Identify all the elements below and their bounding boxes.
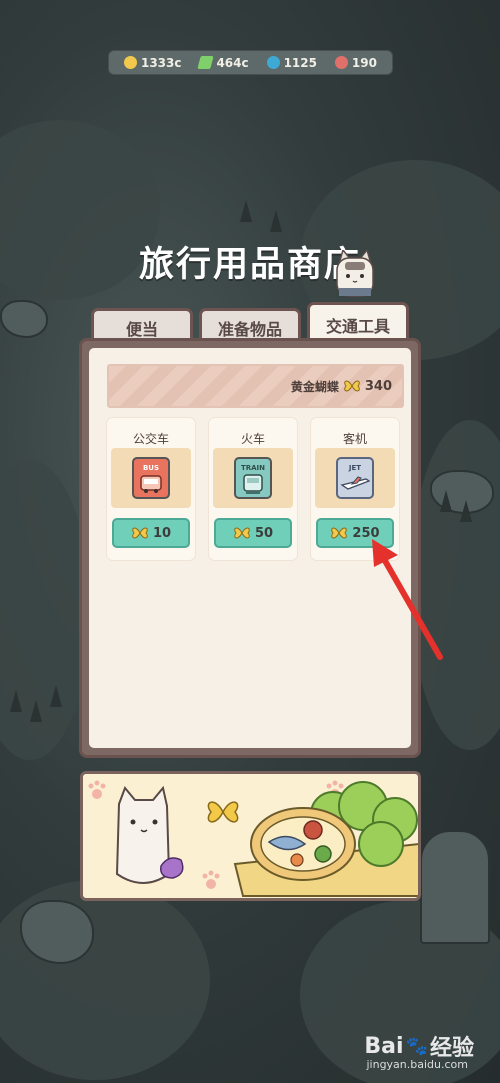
butterfly-icon (331, 527, 348, 539)
jet-ticket-icon: JET (336, 457, 374, 499)
tab-label: 交通工具 (325, 316, 390, 336)
butterfly-icon (132, 527, 148, 539)
item-image: BUS (111, 448, 191, 508)
bus-ticket-icon: BUS (132, 457, 170, 499)
currency-banner: 黄金蝴蝶 340 (107, 364, 404, 408)
resource-energy: 464c (197, 55, 249, 70)
item-image: TRAIN (213, 448, 293, 508)
shop-panel-inner: 黄金蝴蝶 340 公交车 BUS 10 火车 TRAIN 50 客机 JET 2… (89, 348, 411, 748)
item-name: 火车 (240, 432, 265, 446)
paw-logo-icon: 🐾 (405, 1035, 428, 1057)
butterfly-icon (234, 527, 250, 539)
resource-bar: 1333c 464c 1125 190 (108, 50, 393, 75)
item-image: JET (315, 448, 395, 508)
resource-cookie: 190 (334, 55, 377, 70)
resource-value: 464c (216, 55, 249, 70)
train-ticket-icon: TRAIN (234, 457, 272, 499)
resource-value: 1333c (140, 55, 182, 70)
price-value: 10 (152, 525, 172, 541)
green-lightning-icon (197, 56, 215, 69)
currency-label: 黄金蝴蝶 (290, 379, 339, 394)
gold-clover-icon (123, 56, 137, 69)
price-value: 50 (254, 525, 274, 541)
item-card-train[interactable]: 火车 TRAIN 50 (209, 418, 297, 560)
resource-value: 1125 (283, 55, 317, 70)
item-name: 客机 (342, 432, 367, 446)
item-card-bus[interactable]: 公交车 BUS 10 (107, 418, 195, 560)
watermark-brand: Bai (364, 1033, 404, 1059)
currency-count: 340 (364, 378, 392, 394)
resource-clover: 1333c (123, 55, 182, 70)
tab-label: 便当 (125, 319, 158, 339)
watermark-url: jingyan.baidu.com (366, 1058, 468, 1071)
cat-with-basket-illustration (88, 780, 418, 897)
resource-value: 190 (351, 55, 377, 70)
buy-train-button[interactable]: 50 (214, 518, 292, 548)
blue-gem-icon (266, 56, 280, 69)
red-arrow-annotation (372, 539, 443, 660)
butterfly-icon (344, 380, 360, 392)
red-cookie-icon (334, 56, 348, 69)
cat-head-icon (336, 250, 374, 297)
tab-label: 准备物品 (217, 319, 282, 339)
shop-title: 旅行用品商店 (138, 245, 361, 285)
shop-illustration (80, 771, 421, 901)
buy-bus-button[interactable]: 10 (112, 518, 190, 548)
item-name: 公交车 (132, 432, 169, 446)
resource-gem: 1125 (266, 55, 317, 70)
